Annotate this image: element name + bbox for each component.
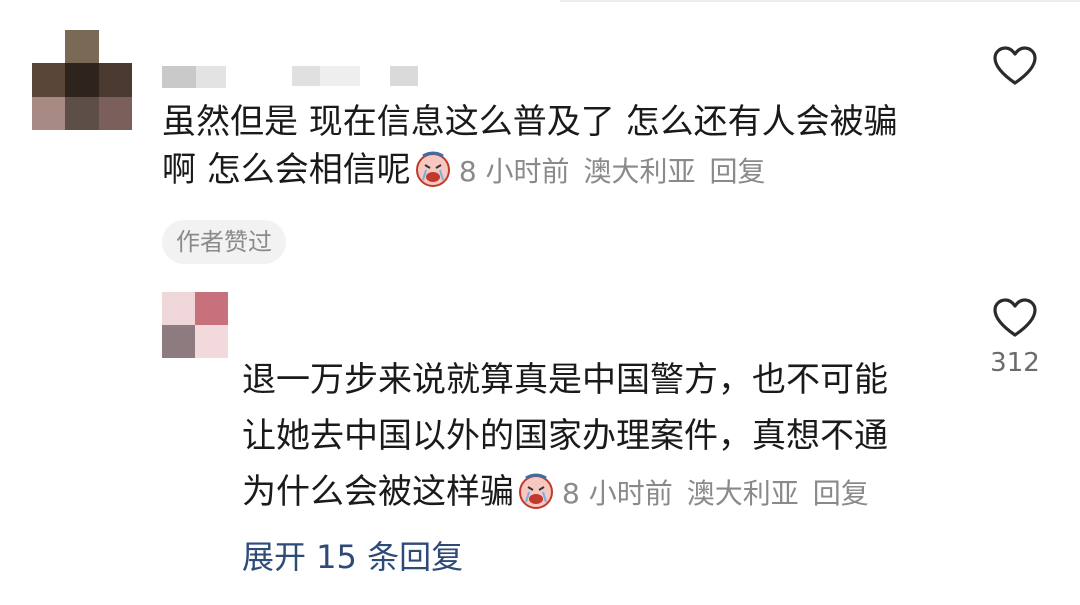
reply-text-line-1: 退一万步来说就算真是中国警方，也不可能: [242, 360, 888, 400]
comment-location: 澳大利亚: [583, 155, 696, 188]
reply-reply-button[interactable]: 回复: [813, 477, 869, 510]
reply-button[interactable]: 回复: [710, 155, 766, 188]
like-count: 312: [990, 348, 1040, 378]
reply-like-button[interactable]: 312: [980, 298, 1050, 378]
expand-replies-link[interactable]: 展开 15 条回复: [242, 532, 463, 578]
top-divider: [560, 0, 1080, 2]
avatar[interactable]: [32, 30, 132, 130]
reply-text-line-3-content: 为什么会被这样骗: [242, 472, 514, 512]
author-liked-badge: 作者赞过: [162, 220, 286, 264]
reply-text-line-3: 为什么会被这样骗 8 小时前 澳大利亚 回复: [242, 464, 888, 522]
comment-time: 8 小时前: [458, 155, 570, 188]
comment-text: 虽然但是 现在信息这么普及了 怎么还有人会被骗 啊 怎么会相信呢 8 小时前 澳大…: [162, 98, 898, 196]
heart-icon: [993, 46, 1037, 85]
comment-text-line-1: 虽然但是 现在信息这么普及了 怎么还有人会被骗: [162, 102, 898, 142]
crying-face-icon: [516, 470, 556, 510]
crying-face-icon: [413, 148, 453, 188]
reply-time: 8 小时前: [562, 477, 673, 510]
reply-location: 澳大利亚: [686, 477, 799, 510]
like-button[interactable]: [980, 46, 1050, 90]
comment-text-line-2: 啊 怎么会相信呢 8 小时前 澳大利亚 回复: [162, 146, 898, 196]
reply-text-line-2: 让她去中国以外的国家办理案件，真想不通: [242, 416, 888, 456]
heart-icon: [993, 298, 1037, 337]
comment-text-line-2-content: 啊 怎么会相信呢: [162, 150, 411, 190]
reply-avatar[interactable]: [162, 292, 228, 358]
reply-text: 退一万步来说就算真是中国警方，也不可能 让她去中国以外的国家办理案件，真想不通 …: [242, 352, 888, 522]
